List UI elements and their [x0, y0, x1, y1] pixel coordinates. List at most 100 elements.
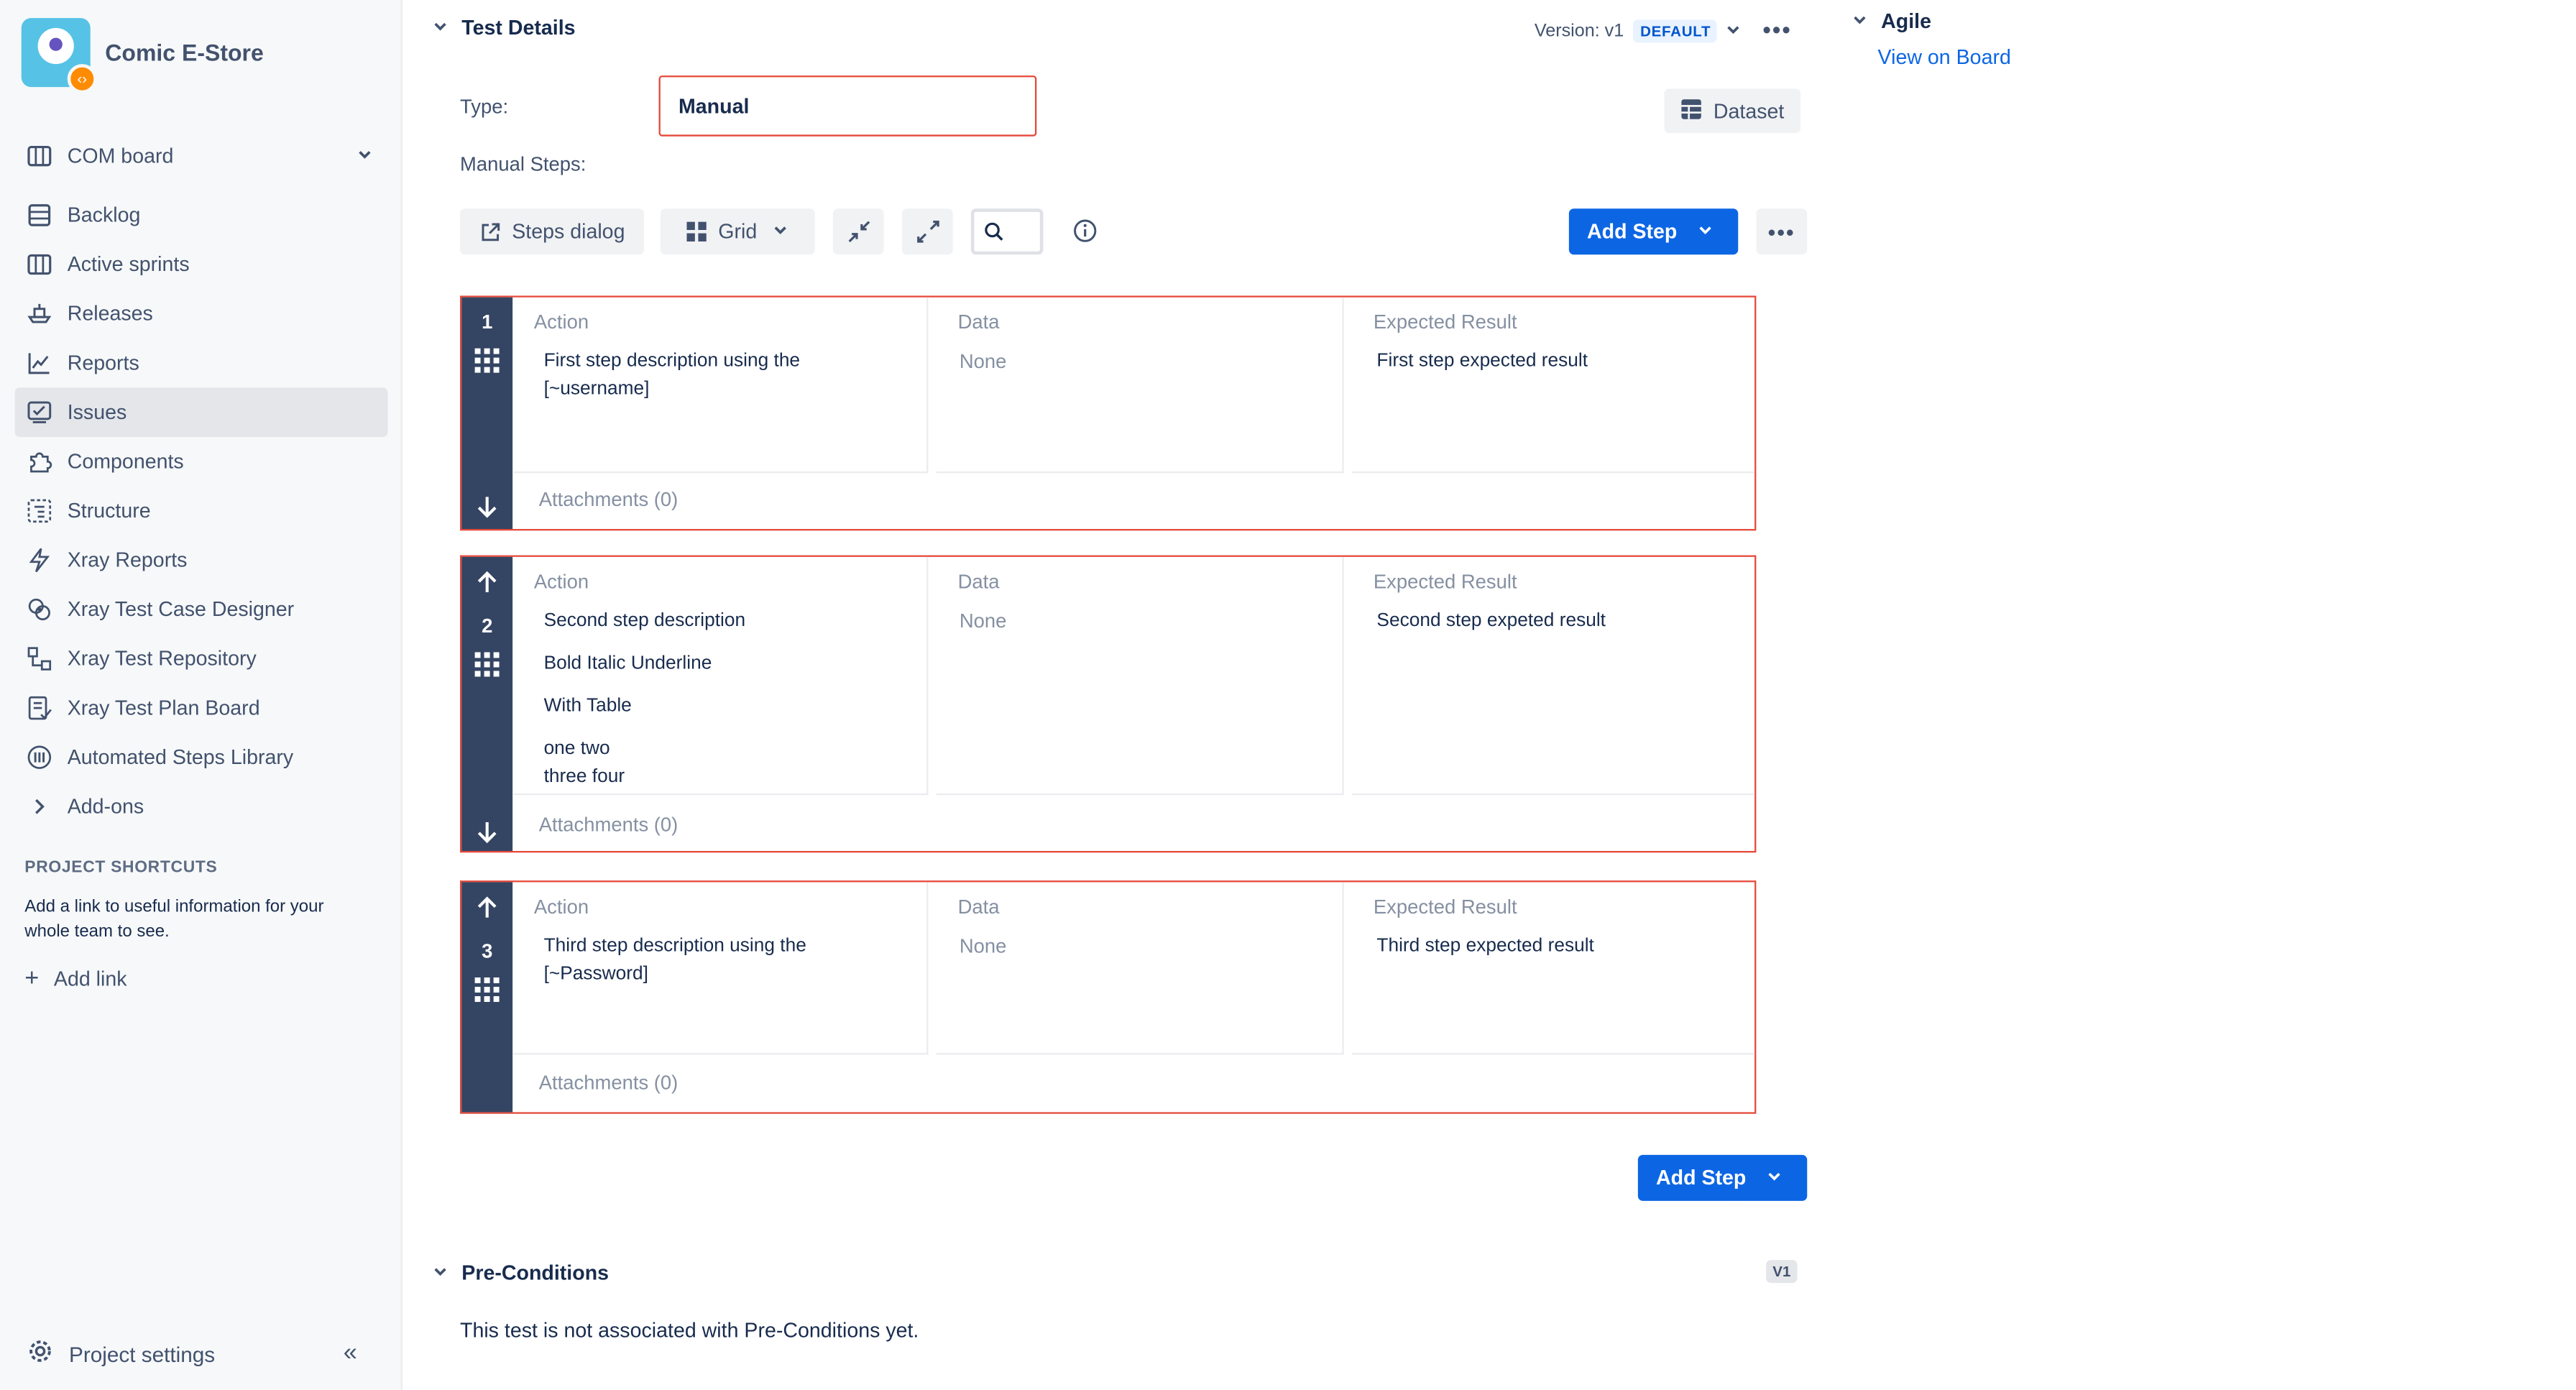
structure-icon — [27, 498, 53, 525]
add-step-button-top[interactable]: Add Step — [1568, 208, 1739, 255]
drag-handle-icon[interactable] — [474, 977, 500, 1003]
plus-icon: + — [24, 964, 40, 993]
sidebar-item-xray-test-case-designer[interactable]: Xray Test Case Designer — [15, 585, 388, 635]
test-step-3: 3 Action Third step description using th… — [459, 880, 1757, 1114]
action-table-row: three four — [543, 767, 625, 787]
external-link-icon — [479, 221, 500, 242]
step-expected-cell[interactable]: Expected Result Second step expeted resu… — [1352, 557, 1755, 796]
test-step-1: 1 Action First step description using th… — [459, 295, 1757, 531]
test-details-header[interactable]: Test Details — [432, 17, 576, 40]
add-link-button[interactable]: + Add link — [24, 965, 126, 993]
test-step-2: 2 Action Second step description Bold It… — [459, 555, 1757, 853]
sidebar-item-releases[interactable]: Releases — [15, 289, 388, 339]
test-details-more-icon[interactable]: ••• — [1763, 17, 1792, 43]
more-actions-button[interactable]: ••• — [1756, 208, 1808, 255]
sidebar-item-active-sprints[interactable]: Active sprints — [15, 240, 388, 290]
preconditions-version-badge: V1 — [1766, 1260, 1798, 1284]
step-rail: 2 — [461, 556, 513, 851]
project-settings-button[interactable]: Project settings — [27, 1338, 216, 1371]
view-on-board-link[interactable]: View on Board — [1878, 46, 2011, 69]
manual-steps-label: Manual Steps: — [459, 152, 586, 176]
step-data-cell[interactable]: Data None — [936, 297, 1344, 474]
project-header[interactable]: ‹› Comic E-Store — [21, 18, 264, 94]
move-down-icon[interactable] — [475, 820, 500, 844]
bolt-icon — [27, 547, 53, 574]
steps-dialog-button[interactable]: Steps dialog — [459, 208, 644, 255]
move-up-icon[interactable] — [475, 896, 500, 920]
step-attachments[interactable]: Attachments (0) — [539, 488, 678, 511]
step-data-cell[interactable]: Data None — [936, 882, 1344, 1055]
collapse-arrows-icon — [847, 220, 870, 243]
version-selector[interactable]: Version: v1 DEFAULT — [1535, 19, 1742, 43]
step-data-cell[interactable]: Data None — [936, 556, 1344, 796]
add-step-button-bottom[interactable]: Add Step — [1637, 1154, 1808, 1201]
board-icon — [27, 252, 53, 278]
dataset-button[interactable]: Dataset — [1664, 88, 1801, 134]
sidebar-item-label: Xray Test Case Designer — [67, 597, 295, 621]
grid-label: Grid — [718, 220, 758, 244]
chevron-down-icon[interactable] — [1697, 222, 1714, 241]
steps-dialog-label: Steps dialog — [512, 220, 625, 244]
grid-icon — [686, 221, 707, 241]
repository-icon — [27, 645, 53, 672]
sidebar-item-xray-test-repository[interactable]: Xray Test Repository — [15, 634, 388, 684]
project-avatar: ‹› — [21, 18, 97, 94]
sidebar-item-xray-test-plan-board[interactable]: Xray Test Plan Board — [15, 684, 388, 733]
sidebar-item-structure[interactable]: Structure — [15, 487, 388, 536]
sidebar-item-backlog[interactable]: Backlog — [15, 190, 388, 240]
grid-view-dropdown[interactable]: Grid — [660, 208, 815, 255]
preconditions-title: Pre-Conditions — [461, 1261, 610, 1285]
info-icon[interactable] — [1073, 218, 1098, 252]
data-column-header: Data — [957, 570, 1000, 594]
agile-title: Agile — [1881, 9, 1931, 33]
expected-result-column-header: Expected Result — [1373, 310, 1517, 333]
sidebar-item-label: COM board — [67, 144, 174, 168]
project-shortcuts-title: PROJECT SHORTCUTS — [24, 859, 218, 878]
board-icon — [27, 143, 53, 170]
step-data-text: None — [959, 609, 1007, 632]
sidebar-item-issues[interactable]: Issues — [14, 387, 388, 437]
step-action-cell[interactable]: Action Third step description using the … — [512, 882, 929, 1055]
chevron-down-icon[interactable] — [1766, 1168, 1782, 1187]
collapse-rows-button[interactable] — [832, 208, 884, 255]
sidebar-item-label: Active sprints — [67, 252, 190, 276]
preconditions-header[interactable]: Pre-Conditions — [432, 1261, 609, 1284]
action-paragraph: First step description using the [~usern… — [543, 351, 801, 400]
sidebar-item-automated-steps-library[interactable]: Automated Steps Library — [15, 732, 388, 782]
step-action-cell[interactable]: Action First step description using the … — [512, 297, 929, 474]
chevron-down-icon[interactable] — [355, 144, 374, 169]
drag-handle-icon[interactable] — [474, 348, 500, 373]
preconditions-empty-text: This test is not associated with Pre-Con… — [459, 1319, 919, 1343]
move-down-icon[interactable] — [475, 494, 500, 519]
step-attachments[interactable]: Attachments (0) — [539, 813, 678, 836]
action-column-header: Action — [533, 570, 589, 594]
step-expected-text: Second step expeted result — [1376, 611, 1606, 631]
sidebar-item-add-ons[interactable]: Add-ons — [15, 782, 388, 832]
step-data-text: None — [959, 349, 1007, 373]
sidebar-item-label: Structure — [67, 499, 151, 523]
chevron-down-icon — [1852, 11, 1871, 32]
sidebar-item-xray-reports[interactable]: Xray Reports — [15, 535, 388, 585]
action-column-header: Action — [533, 895, 589, 919]
sidebar-item-reports[interactable]: Reports — [15, 339, 388, 388]
step-attachments[interactable]: Attachments (0) — [539, 1071, 678, 1094]
sidebar-item-components[interactable]: Components — [15, 437, 388, 487]
project-sidebar: ‹› Comic E-Store COM board Backlog Activ… — [0, 0, 402, 1390]
step-number: 2 — [482, 614, 493, 638]
chevron-down-icon — [772, 222, 788, 241]
collapse-sidebar-icon[interactable]: « — [344, 1339, 357, 1367]
test-type-select[interactable]: Manual — [658, 75, 1037, 137]
add-link-label: Add link — [53, 967, 127, 990]
sidebar-item-label: Reports — [67, 351, 139, 375]
step-expected-cell[interactable]: Expected Result First step expected resu… — [1352, 298, 1755, 474]
move-up-icon[interactable] — [475, 570, 500, 594]
agile-header[interactable]: Agile — [1852, 10, 1931, 33]
ship-icon — [27, 300, 53, 327]
step-action-cell[interactable]: Action Second step description Bold Ital… — [512, 556, 929, 796]
drag-handle-icon[interactable] — [474, 652, 500, 677]
sidebar-item-board-selector[interactable]: COM board — [15, 132, 388, 181]
search-steps-input[interactable] — [970, 208, 1044, 255]
version-default-badge: DEFAULT — [1633, 19, 1718, 43]
step-expected-cell[interactable]: Expected Result Third step expected resu… — [1352, 882, 1755, 1055]
expand-rows-button[interactable] — [901, 208, 953, 255]
